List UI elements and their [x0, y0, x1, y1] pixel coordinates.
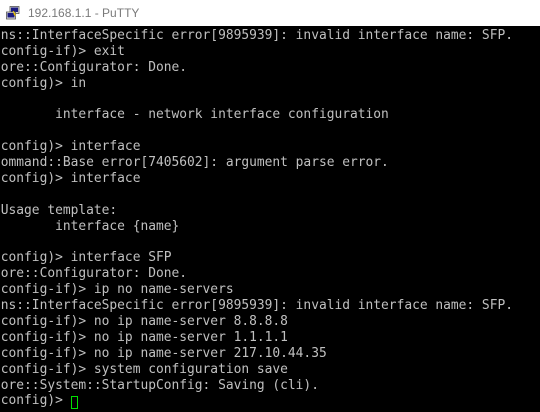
terminal-line: (config-if)> exit [0, 43, 125, 59]
terminal-line: Core::Configurator: Done. [0, 266, 188, 282]
terminal-line: interface - network interface configurat… [0, 107, 389, 123]
terminal-line: Core::System::StartupConfig: Saving (cli… [0, 377, 319, 393]
terminal-line: (config)> interface SFP [0, 250, 172, 266]
prompt-text: (config)> [0, 393, 71, 409]
terminal-line: (config)> interface [0, 139, 141, 155]
prompt-line: (config)> [0, 393, 513, 410]
terminal-line: (config-if)> no ip name-server 8.8.8.8 [0, 314, 288, 330]
terminal-line: Core::Configurator: Done. [0, 59, 188, 75]
terminal-line: Usage template: [0, 202, 118, 218]
window-title: 192.168.1.1 - PuTTY [28, 6, 140, 20]
terminal-line: (config-if)> system configuration save [0, 361, 288, 377]
terminal-line: (config-if)> no ip name-server 1.1.1.1 [0, 329, 288, 345]
terminal-area[interactable]: Ons::InterfaceSpecific error[9895939]: i… [0, 26, 540, 412]
putty-icon[interactable] [6, 6, 20, 20]
terminal-line: (config-if)> ip no name-servers [0, 282, 234, 298]
terminal-line: Ons::InterfaceSpecific error[9895939]: i… [0, 298, 513, 314]
terminal-line: Command::Base error[7405602]: argument p… [0, 155, 389, 171]
terminal-output: Ons::InterfaceSpecific error[9895939]: i… [0, 28, 513, 410]
text-cursor [70, 396, 78, 410]
putty-window: 192.168.1.1 - PuTTY Ons::InterfaceSpecif… [0, 0, 540, 412]
terminal-line: (config)> in [0, 75, 87, 91]
terminal-line: (config)> interface [0, 171, 141, 187]
terminal-line: (config-if)> no ip name-server 217.10.44… [0, 345, 327, 361]
terminal-line: interface {name} [0, 218, 180, 234]
title-bar[interactable]: 192.168.1.1 - PuTTY [0, 0, 540, 26]
terminal-line: Ons::InterfaceSpecific error[9895939]: i… [0, 28, 513, 43]
